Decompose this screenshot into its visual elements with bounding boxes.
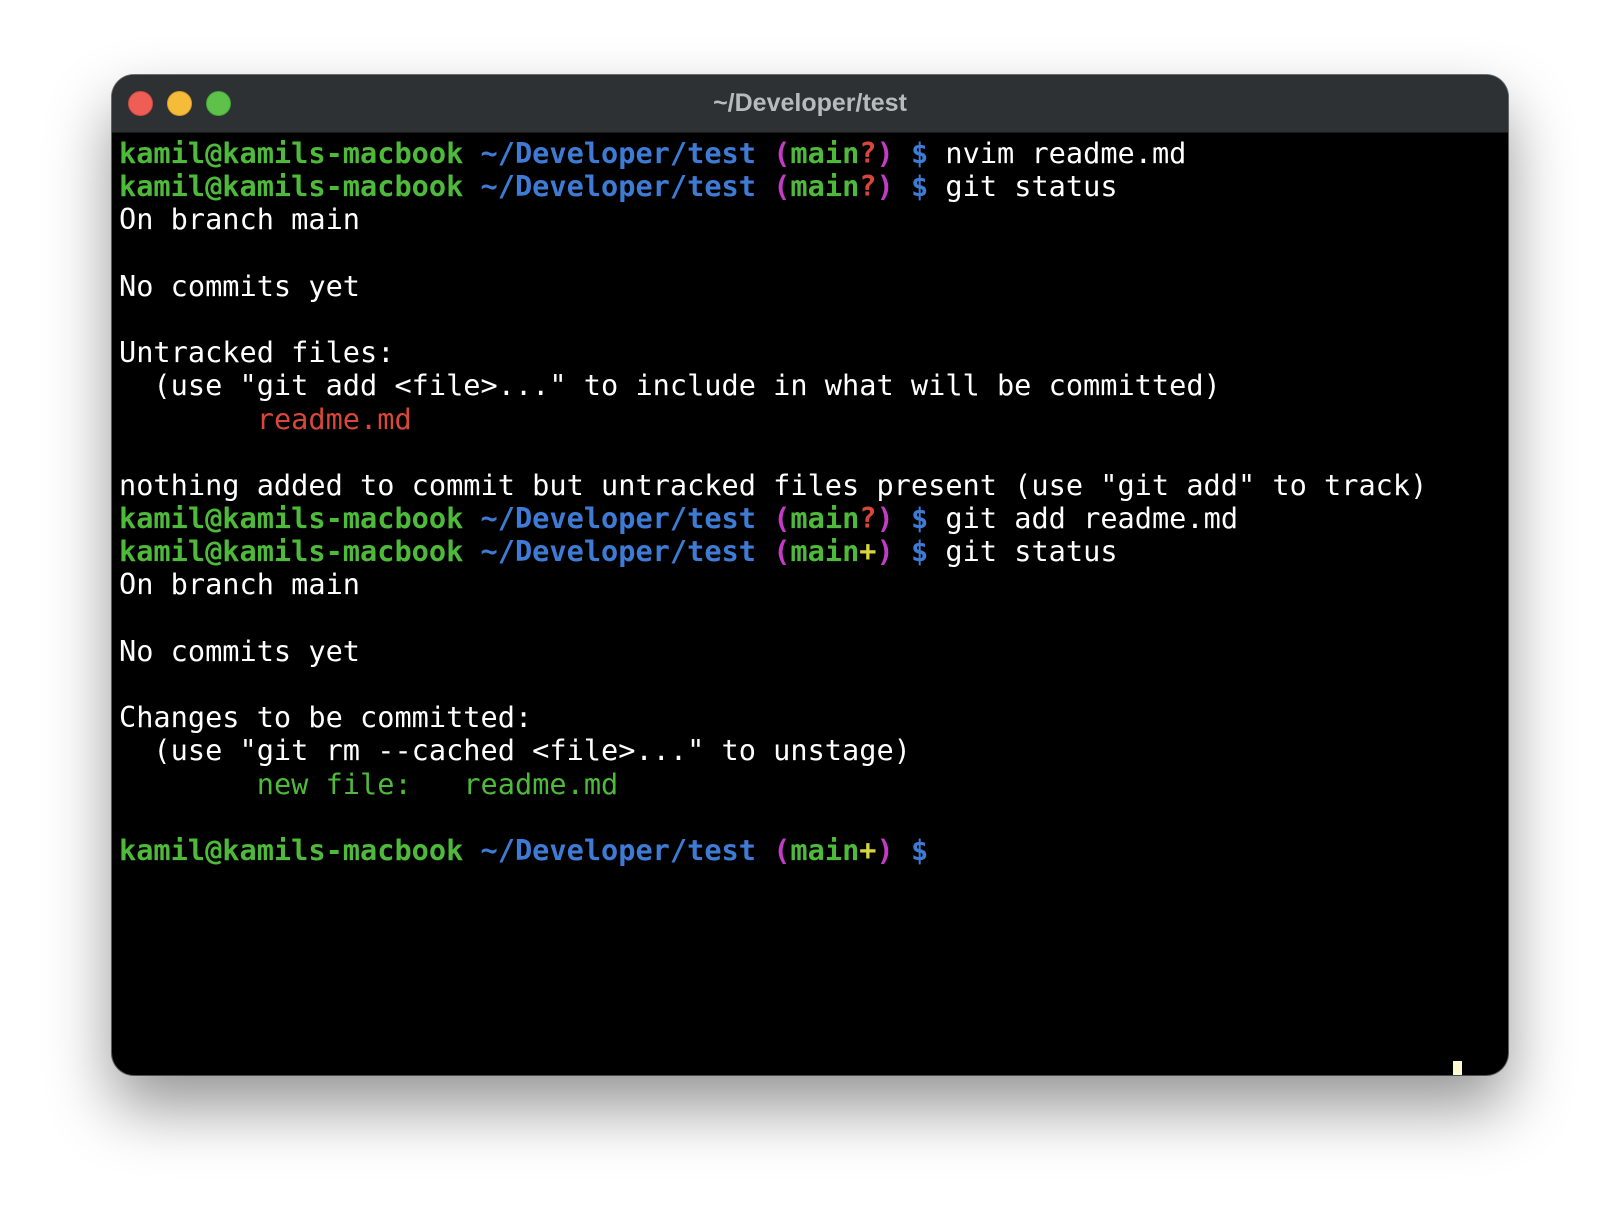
prompt-dollar: $ xyxy=(910,136,929,170)
terminal-window[interactable]: ~/Developer/test kamil@kamils-macbook ~/… xyxy=(112,75,1508,1075)
output-line: Untracked files: xyxy=(119,335,395,370)
prompt-paren-open: ( xyxy=(773,501,791,536)
prompt-dollar: $ xyxy=(910,534,929,569)
prompt-branch: main xyxy=(790,501,860,536)
staged-file-label: new file: xyxy=(256,766,412,801)
output-line: Changes to be committed: xyxy=(119,700,533,735)
prompt-untracked-marker: ? xyxy=(859,136,877,170)
untracked-file-line: readme.md xyxy=(119,401,1508,436)
prompt-paren-close: ) xyxy=(876,534,894,569)
output-line: On branch main xyxy=(119,567,361,602)
prompt-branch: main xyxy=(790,832,860,867)
prompt-paren-close: ) xyxy=(876,136,894,170)
output-line: No commits yet xyxy=(119,633,361,668)
staged-file-name: readme.md xyxy=(463,766,619,801)
title-bar[interactable]: ~/Developer/test xyxy=(112,75,1508,133)
prompt-paren-open: ( xyxy=(773,169,791,204)
prompt-user-host: kamil@kamils-macbook xyxy=(119,832,464,867)
output-line: No commits yet xyxy=(119,268,361,303)
command-text: git status xyxy=(945,534,1118,569)
prompt-path: ~/Developer/test xyxy=(480,832,756,867)
prompt-paren-close: ) xyxy=(876,169,894,204)
staged-file-line: new file: readme.md xyxy=(119,766,1508,801)
command-text: git status xyxy=(945,169,1118,204)
prompt-path: ~/Developer/test xyxy=(480,534,756,569)
prompt-dollar: $ xyxy=(910,832,929,867)
prompt-user-host: kamil@kamils-macbook xyxy=(119,534,464,569)
prompt-line: kamil@kamils-macbook ~/Developer/test (m… xyxy=(119,501,1508,536)
prompt-line: kamil@kamils-macbook ~/Developer/test (m… xyxy=(119,170,1508,203)
untracked-file-name: readme.md xyxy=(256,401,412,436)
prompt-branch: main xyxy=(790,136,860,170)
prompt-untracked-marker: ? xyxy=(859,169,877,204)
prompt-path: ~/Developer/test xyxy=(480,169,756,204)
prompt-user-host: kamil@kamils-macbook xyxy=(119,169,464,204)
prompt-line: kamil@kamils-macbook ~/Developer/test (m… xyxy=(119,136,1508,170)
prompt-staged-marker: + xyxy=(859,832,877,867)
prompt-branch: main xyxy=(790,169,860,204)
output-line: nothing added to commit but untracked fi… xyxy=(119,467,1428,502)
prompt-branch: main xyxy=(790,534,860,569)
output-line: On branch main xyxy=(119,202,361,237)
prompt-paren-open: ( xyxy=(773,136,791,170)
prompt-user-host: kamil@kamils-macbook xyxy=(119,501,464,536)
prompt-path: ~/Developer/test xyxy=(480,501,756,536)
current-prompt-line[interactable]: kamil@kamils-macbook ~/Developer/test (m… xyxy=(119,832,1508,867)
output-line: (use "git rm --cached <file>..." to unst… xyxy=(119,733,911,768)
prompt-path: ~/Developer/test xyxy=(480,136,756,170)
prompt-dollar: $ xyxy=(910,169,929,204)
terminal-cursor xyxy=(1453,1061,1462,1075)
output-line: (use "git add <file>..." to include in w… xyxy=(119,368,1221,403)
prompt-paren-close: ) xyxy=(876,832,894,867)
window-title: ~/Developer/test xyxy=(713,89,907,117)
prompt-line: kamil@kamils-macbook ~/Developer/test (m… xyxy=(119,535,1508,568)
prompt-paren-close: ) xyxy=(876,501,894,536)
command-text: nvim readme.md xyxy=(945,136,1187,170)
prompt-staged-marker: + xyxy=(859,534,877,569)
prompt-dollar: $ xyxy=(910,501,929,536)
terminal-output[interactable]: kamil@kamils-macbook ~/Developer/test (m… xyxy=(119,136,1508,1075)
prompt-paren-open: ( xyxy=(773,534,791,569)
command-text: git add readme.md xyxy=(945,501,1239,536)
prompt-untracked-marker: ? xyxy=(859,501,877,536)
prompt-paren-open: ( xyxy=(773,832,791,867)
prompt-user-host: kamil@kamils-macbook xyxy=(119,136,464,170)
